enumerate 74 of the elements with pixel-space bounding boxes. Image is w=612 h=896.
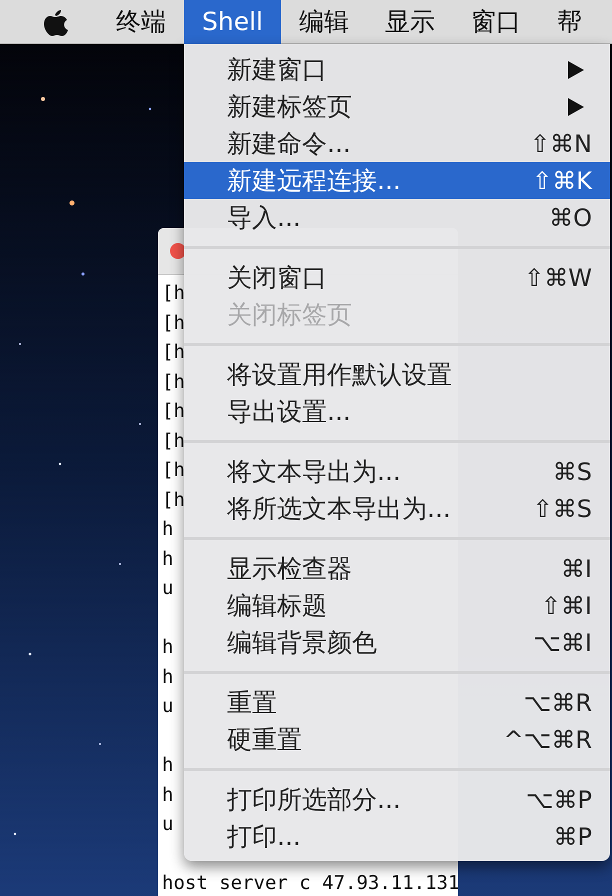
- terminal-line: [h: [162, 340, 185, 365]
- menu-item[interactable]: 编辑背景颜色 ⌥⌘I: [184, 624, 610, 661]
- menu-item[interactable]: 硬重置 ^⌥⌘R: [184, 721, 610, 758]
- menu-item[interactable]: 打印所选部分... ⌥⌘P: [184, 781, 610, 818]
- menu-item-label: 打印所选部分...: [227, 784, 402, 816]
- menu-item[interactable]: 将文本导出为... ⌘S: [184, 453, 610, 490]
- terminal-line: [h: [162, 310, 185, 336]
- terminal-line: h: [162, 517, 174, 542]
- menu-item[interactable]: 打印... ⌘P: [184, 818, 610, 855]
- menu-item-label: 新建远程连接...: [227, 165, 402, 197]
- shortcut-label: ⌥⌘P: [526, 786, 592, 814]
- terminal-line: h: [162, 753, 174, 778]
- menu-item-label: 显示检查器: [227, 553, 353, 585]
- terminal-line: [h: [162, 458, 185, 483]
- menu-item[interactable]: 关闭窗口 ⇧⌘W: [184, 259, 610, 296]
- terminal-line: [h: [162, 399, 185, 424]
- menu-item[interactable]: 新建远程连接... ⇧⌘K: [184, 162, 610, 199]
- menu-bar-item[interactable]: 帮: [539, 0, 600, 44]
- submenu-arrow-icon: [568, 60, 584, 78]
- menu-item-label: 关闭窗口: [227, 262, 328, 294]
- menu-item[interactable]: 将所选文本导出为... ⇧⌘S: [184, 490, 610, 527]
- terminal-line: [h: [162, 281, 185, 306]
- shortcut-label: ⇧⌘N: [530, 130, 592, 158]
- shortcut-label: ⇧⌘I: [540, 592, 592, 620]
- terminal-line: u: [162, 694, 174, 719]
- menu-bar-item[interactable]: Shell: [184, 0, 281, 44]
- menu-item-label: 新建窗口: [227, 54, 328, 86]
- menu-item-label: 导出设置...: [227, 396, 352, 428]
- menu-item-label: 将所选文本导出为...: [227, 493, 452, 525]
- menu-item[interactable]: 导出设置...: [184, 393, 610, 430]
- terminal-line: [h: [162, 428, 185, 454]
- menu-bar-item[interactable]: 编辑: [281, 0, 367, 44]
- menu-item-label: 新建标签页: [227, 91, 353, 123]
- menu-item-label: 新建命令...: [227, 128, 352, 160]
- terminal-line: [h: [162, 370, 185, 394]
- menu-item-label: 将设置用作默认设置: [227, 359, 453, 391]
- shortcut-label: ⌘I: [560, 554, 592, 582]
- terminal-line: [h: [162, 488, 185, 512]
- menu-bar-item[interactable]: 显示: [367, 0, 453, 44]
- menu-item-label: 编辑标题: [227, 590, 328, 622]
- submenu-arrow-icon: [568, 98, 584, 116]
- menu-item[interactable]: 显示检查器 ⌘I: [184, 550, 610, 587]
- shortcut-label: ⌘O: [549, 204, 592, 232]
- terminal-line: h: [162, 782, 174, 808]
- terminal-line: u: [162, 812, 174, 837]
- shortcut-label: ⌥⌘R: [524, 688, 592, 716]
- menu-item[interactable]: 编辑标题 ⇧⌘I: [184, 587, 610, 624]
- terminal-line: u: [162, 576, 174, 601]
- shortcut-label: ⌥⌘I: [533, 628, 592, 656]
- menu-item-label: 硬重置: [227, 724, 303, 756]
- menu-item-label: 关闭标签页: [227, 299, 353, 331]
- terminal-line: h: [162, 546, 174, 572]
- menu-item-label: 打印...: [227, 821, 302, 853]
- menu-item-label: 导入...: [227, 202, 302, 234]
- shortcut-label: ⌘P: [554, 822, 592, 850]
- shortcut-label: ⇧⌘K: [532, 166, 592, 194]
- terminal-line: h: [162, 664, 174, 690]
- shortcut-label: ⇧⌘W: [524, 264, 592, 292]
- shortcut-label: ⇧⌘S: [532, 494, 592, 522]
- menu-item-label: 重置: [227, 687, 278, 719]
- menu-item-label: 将文本导出为...: [227, 456, 402, 488]
- menu-item-label: 编辑背景颜色: [227, 627, 378, 659]
- menu-item[interactable]: 导入... ⌘O: [184, 199, 610, 236]
- menu-item[interactable]: 新建标签页: [184, 88, 610, 125]
- menu-item[interactable]: 重置 ⌥⌘R: [184, 684, 610, 721]
- menu-bar-item[interactable]: 终端: [98, 0, 184, 44]
- menu-item[interactable]: 新建窗口: [184, 51, 610, 88]
- shortcut-label: ⌘S: [552, 458, 592, 486]
- shortcut-label: ^⌥⌘R: [504, 726, 592, 754]
- terminal-line: h: [162, 635, 174, 660]
- menu-item[interactable]: 将设置用作默认设置: [184, 356, 610, 393]
- menu-bar-item[interactable]: 窗口: [453, 0, 539, 44]
- menu-item[interactable]: 新建命令... ⇧⌘N: [184, 125, 610, 162]
- terminal-line: host server c 47.93.11.131: [162, 871, 458, 896]
